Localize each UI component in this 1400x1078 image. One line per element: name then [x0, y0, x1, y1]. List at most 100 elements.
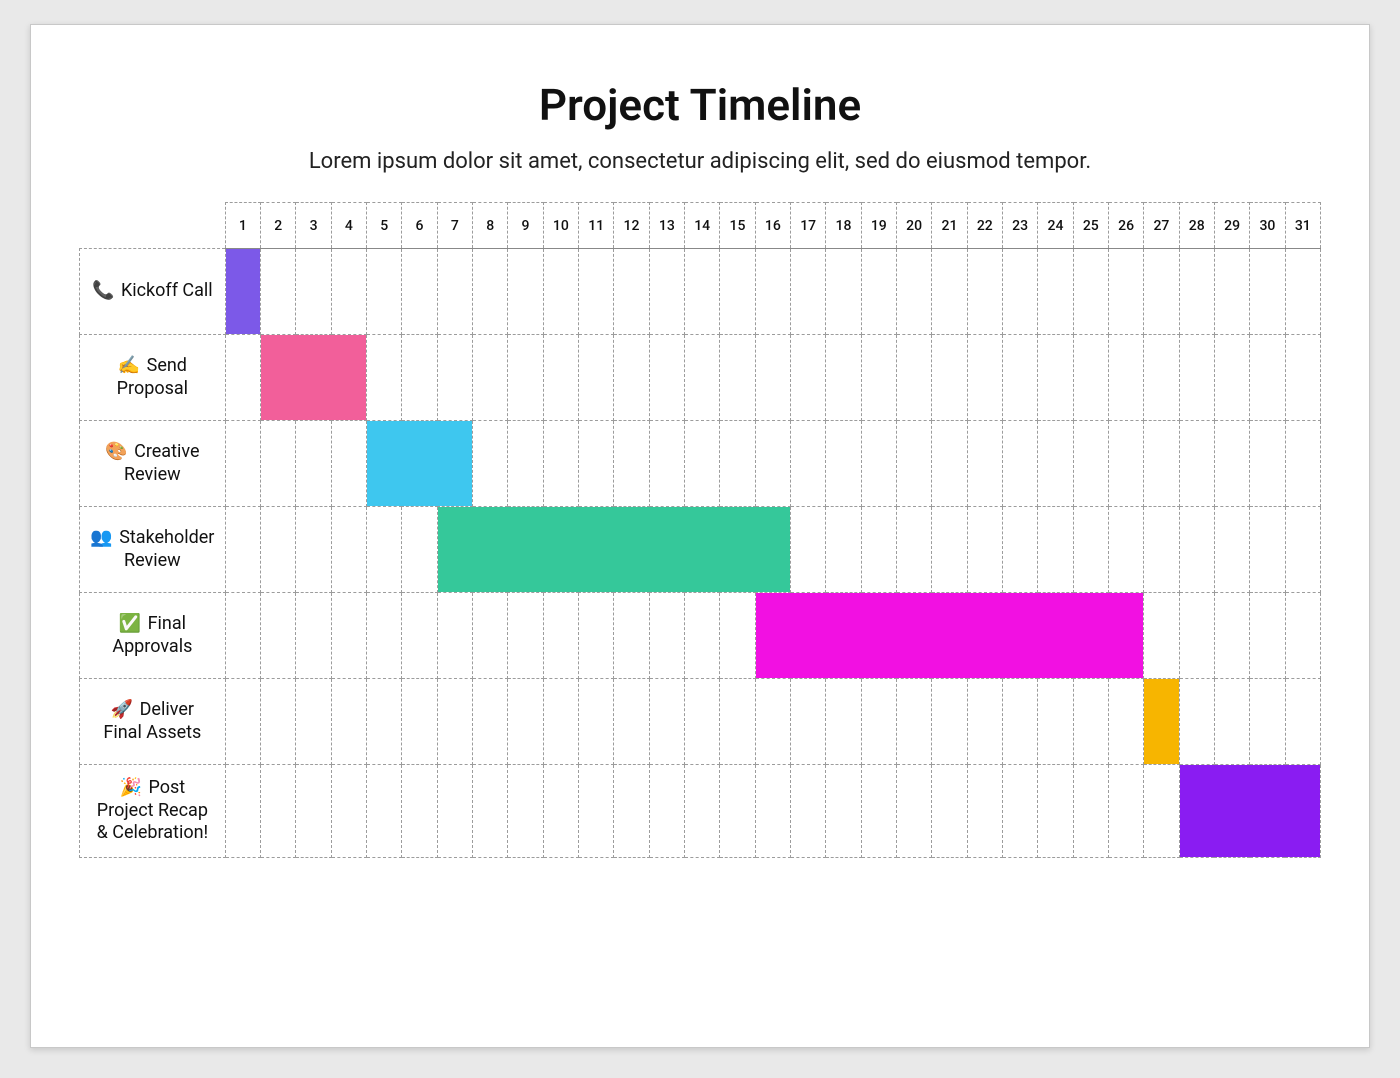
gantt-corner-cell [80, 203, 226, 249]
gantt-empty-cell [649, 765, 684, 858]
gantt-empty-cell [225, 421, 260, 507]
gantt-empty-cell [1179, 507, 1214, 593]
gantt-empty-cell [790, 679, 825, 765]
gantt-empty-cell [367, 335, 402, 421]
gantt-row: ✍️ Send Proposal [80, 335, 1321, 421]
gantt-empty-cell [1038, 335, 1073, 421]
gantt-empty-cell [649, 421, 684, 507]
gantt-day-header: 9 [508, 203, 543, 249]
gantt-empty-cell [790, 421, 825, 507]
gantt-row: ✅ Final Approvals [80, 593, 1321, 679]
gantt-empty-cell [614, 593, 649, 679]
gantt-empty-cell [1179, 249, 1214, 335]
gantt-empty-cell [896, 679, 931, 765]
gantt-empty-cell [826, 335, 861, 421]
gantt-empty-cell [1038, 679, 1073, 765]
task-label-text: Kickoff Call [116, 280, 212, 301]
gantt-task-label: 🚀 Deliver Final Assets [80, 679, 226, 765]
gantt-bar-fill [367, 421, 472, 506]
gantt-empty-cell [367, 507, 402, 593]
gantt-empty-cell [1250, 679, 1285, 765]
gantt-empty-cell [579, 335, 614, 421]
gantt-bar[interactable] [437, 507, 790, 593]
gantt-empty-cell [649, 593, 684, 679]
gantt-empty-cell [331, 507, 366, 593]
app-canvas: Project Timeline Lorem ipsum dolor sit a… [0, 0, 1400, 1078]
gantt-empty-cell [261, 507, 296, 593]
gantt-empty-cell [1250, 335, 1285, 421]
gantt-day-header: 20 [896, 203, 931, 249]
gantt-empty-cell [331, 679, 366, 765]
gantt-empty-cell [826, 507, 861, 593]
gantt-empty-cell [1285, 249, 1320, 335]
gantt-bar[interactable] [367, 421, 473, 507]
gantt-empty-cell [1002, 335, 1037, 421]
gantt-empty-cell [896, 421, 931, 507]
gantt-bar-fill [226, 249, 260, 334]
gantt-task-label: 👥 Stakeholder Review [80, 507, 226, 593]
gantt-empty-cell [614, 765, 649, 858]
gantt-empty-cell [1108, 421, 1143, 507]
gantt-row: 🎨 Creative Review [80, 421, 1321, 507]
gantt-empty-cell [896, 249, 931, 335]
gantt-day-header: 4 [331, 203, 366, 249]
gantt-empty-cell [1285, 507, 1320, 593]
gantt-empty-cell [579, 421, 614, 507]
gantt-empty-cell [1285, 335, 1320, 421]
gantt-task-label: 🎉 Post Project Recap & Celebration! [80, 765, 226, 858]
gantt-bar-fill [1144, 679, 1178, 764]
gantt-empty-cell [685, 593, 720, 679]
gantt-day-header: 23 [1002, 203, 1037, 249]
gantt-empty-cell [543, 593, 578, 679]
gantt-empty-cell [261, 765, 296, 858]
gantt-empty-cell [1002, 765, 1037, 858]
gantt-empty-cell [932, 421, 967, 507]
gantt-empty-cell [755, 421, 790, 507]
gantt-empty-cell [861, 249, 896, 335]
gantt-empty-cell [967, 507, 1002, 593]
gantt-bar-fill [756, 593, 1144, 678]
slide[interactable]: Project Timeline Lorem ipsum dolor sit a… [30, 24, 1370, 1048]
gantt-empty-cell [1250, 593, 1285, 679]
page-subtitle: Lorem ipsum dolor sit amet, consectetur … [79, 149, 1321, 174]
gantt-empty-cell [861, 335, 896, 421]
gantt-empty-cell [1214, 679, 1249, 765]
gantt-bar[interactable] [261, 335, 367, 421]
gantt-day-header: 2 [261, 203, 296, 249]
gantt-empty-cell [437, 335, 472, 421]
gantt-empty-cell [1179, 593, 1214, 679]
gantt-bar[interactable] [755, 593, 1144, 679]
gantt-empty-cell [579, 765, 614, 858]
gantt-bar[interactable] [225, 249, 260, 335]
gantt-empty-cell [1214, 421, 1249, 507]
gantt-day-header: 1 [225, 203, 260, 249]
gantt-empty-cell [508, 679, 543, 765]
gantt-empty-cell [367, 593, 402, 679]
gantt-empty-cell [402, 249, 437, 335]
gantt-empty-cell [826, 249, 861, 335]
gantt-empty-cell [437, 593, 472, 679]
gantt-task-label: ✅ Final Approvals [80, 593, 226, 679]
gantt-empty-cell [755, 765, 790, 858]
gantt-bar[interactable] [1144, 679, 1179, 765]
gantt-empty-cell [896, 765, 931, 858]
gantt-day-header: 16 [755, 203, 790, 249]
gantt-empty-cell [1179, 679, 1214, 765]
gantt-empty-cell [296, 593, 331, 679]
gantt-empty-cell [473, 765, 508, 858]
gantt-empty-cell [296, 249, 331, 335]
gantt-bar[interactable] [1179, 765, 1320, 858]
task-label-text: Creative Review [124, 441, 200, 485]
gantt-empty-cell [1250, 421, 1285, 507]
gantt-empty-cell [261, 421, 296, 507]
gantt-empty-cell [261, 249, 296, 335]
gantt-empty-cell [649, 679, 684, 765]
gantt-empty-cell [967, 249, 1002, 335]
gantt-empty-cell [543, 679, 578, 765]
gantt-empty-cell [614, 249, 649, 335]
gantt-empty-cell [932, 765, 967, 858]
gantt-empty-cell [331, 765, 366, 858]
gantt-empty-cell [437, 765, 472, 858]
gantt-empty-cell [367, 249, 402, 335]
gantt-empty-cell [685, 765, 720, 858]
